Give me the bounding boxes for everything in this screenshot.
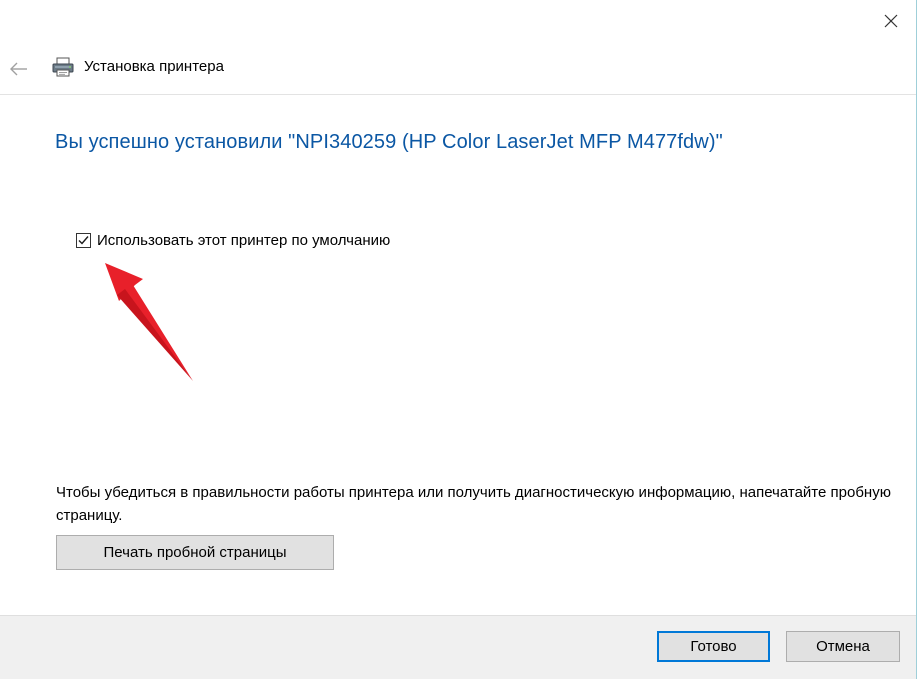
cancel-button[interactable]: Отмена [786, 631, 900, 662]
success-heading: Вы успешно установили "NPI340259 (HP Col… [55, 131, 723, 153]
checkbox-box[interactable] [76, 232, 91, 248]
back-arrow-icon [10, 62, 27, 76]
wizard-footer: Готово Отмена [0, 615, 916, 679]
print-test-page-button[interactable]: Печать пробной страницы [56, 535, 334, 570]
test-page-info-text: Чтобы убедиться в правильности работы пр… [56, 484, 891, 524]
printer-setup-window: Установка принтера Вы успешно установили… [0, 0, 917, 679]
default-printer-checkbox[interactable]: Использовать этот принтер по умолчанию [76, 230, 390, 250]
wizard-header: Установка принтера [0, 48, 916, 95]
finish-button[interactable]: Готово [657, 631, 770, 662]
wizard-title: Установка принтера [84, 58, 224, 75]
checkmark-icon [78, 235, 89, 245]
annotation-arrow [105, 263, 193, 381]
printer-icon [51, 56, 75, 78]
close-icon [884, 14, 898, 28]
back-button[interactable] [8, 58, 30, 80]
close-button[interactable] [880, 10, 902, 32]
checkbox-label: Использовать этот принтер по умолчанию [97, 231, 391, 249]
